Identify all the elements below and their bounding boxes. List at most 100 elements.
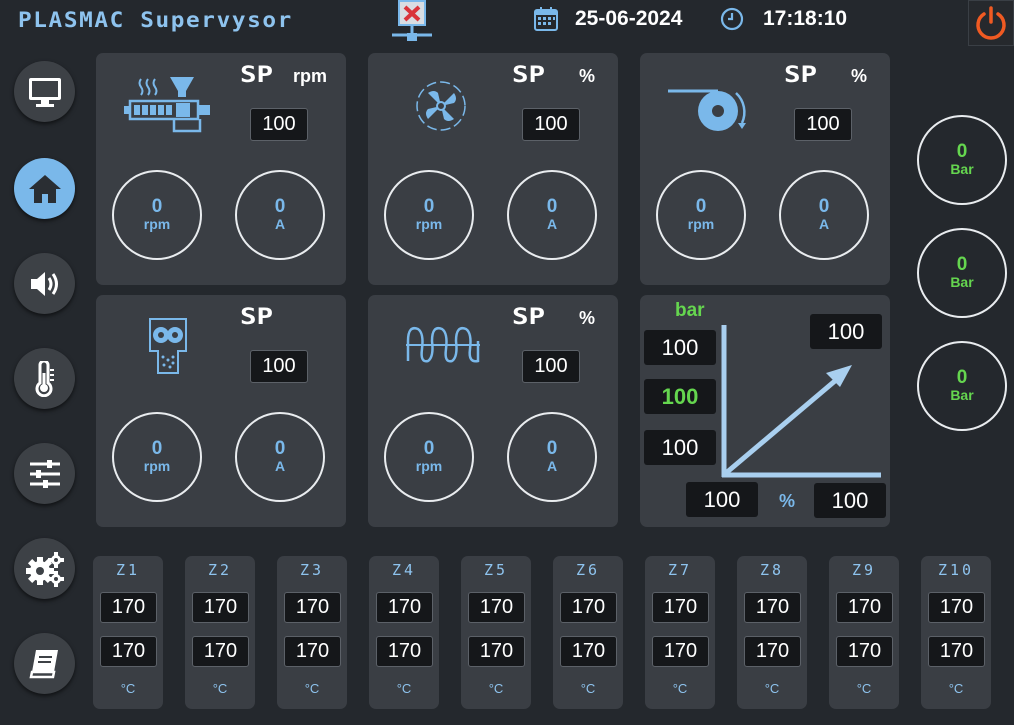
fan-current-gauge: 0 A	[507, 170, 597, 260]
zone-5-panel: Z5 170 170 °C	[461, 556, 531, 709]
nav-sound-button[interactable]	[14, 253, 75, 314]
zone-label: Z7	[667, 561, 693, 579]
gauge-unit: Bar	[950, 387, 974, 403]
setpoint-label: SP	[512, 305, 546, 330]
gauge-unit: A	[546, 458, 558, 474]
setpoint-unit: %	[851, 66, 868, 86]
extruder-current-gauge: 0 A	[235, 170, 325, 260]
percent-axis-label: %	[779, 491, 796, 511]
current-date: 25-06-2024	[575, 7, 683, 30]
pressure-min-input[interactable]: 100	[644, 430, 716, 465]
zone-setpoint-input[interactable]: 170	[284, 592, 341, 623]
zone-label: Z1	[115, 561, 141, 579]
zone-actual-value: 170	[560, 636, 617, 667]
zone-actual-value: 170	[376, 636, 433, 667]
zone-setpoint-input[interactable]: 170	[100, 592, 157, 623]
zone-6-panel: Z6 170 170 °C	[553, 556, 623, 709]
gauge-unit: A	[274, 216, 286, 232]
zone-setpoint-input[interactable]: 170	[560, 592, 617, 623]
zone-setpoint-input[interactable]: 170	[468, 592, 525, 623]
winder-current-gauge: 0 A	[779, 170, 869, 260]
network-disconnected-icon[interactable]	[386, 0, 438, 44]
zone-8-panel: Z8 170 170 °C	[737, 556, 807, 709]
thermometer-icon	[35, 360, 54, 397]
gauge-unit: rpm	[143, 216, 171, 232]
zone-setpoint-input[interactable]: 170	[652, 592, 709, 623]
zone-actual-value: 170	[100, 636, 157, 667]
nav-config-button[interactable]	[14, 538, 75, 599]
clock-icon	[720, 7, 744, 31]
screw-setpoint-input[interactable]: 100	[522, 350, 580, 383]
winder-setpoint-input[interactable]: 100	[794, 108, 852, 141]
percent-min-input[interactable]: 100	[686, 482, 758, 517]
zone-label: Z3	[299, 561, 325, 579]
gauge-value: 0	[423, 196, 435, 217]
zone-label: Z9	[851, 561, 877, 579]
bar-axis-label: bar	[675, 300, 705, 321]
zone-setpoint-input[interactable]: 170	[192, 592, 249, 623]
zone-10-panel: Z10 170 170 °C	[921, 556, 991, 709]
extruder-panel: SP rpm 100 0 rpm 0 A	[96, 53, 346, 285]
zone-3-panel: Z3 170 170 °C	[277, 556, 347, 709]
calendar-icon	[534, 7, 558, 31]
fan-setpoint-input[interactable]: 100	[522, 108, 580, 141]
zone-setpoint-input[interactable]: 170	[836, 592, 893, 623]
nav-home-button[interactable]	[14, 158, 75, 219]
gauge-value: 0	[818, 196, 830, 217]
zone-unit: °C	[304, 681, 320, 696]
gauge-value: 0	[546, 438, 558, 459]
zone-setpoint-input[interactable]: 170	[376, 592, 433, 623]
gauge-unit: rpm	[415, 216, 443, 232]
winder-panel: SP % 100 0 rpm 0 A	[640, 53, 890, 285]
nav-temperature-button[interactable]	[14, 348, 75, 409]
sliders-icon	[29, 459, 60, 488]
zone-setpoint-input[interactable]: 170	[928, 592, 985, 623]
zone-setpoint-input[interactable]: 170	[744, 592, 801, 623]
setpoint-label: SP	[512, 63, 546, 88]
feeder-panel: SP 100 0 rpm 0 A	[96, 295, 346, 527]
gauge-value: 0	[956, 141, 968, 162]
gears-icon	[25, 551, 64, 587]
zone-unit: °C	[120, 681, 136, 696]
gauge-value: 0	[274, 196, 286, 217]
gauge-unit: A	[546, 216, 558, 232]
extruder-setpoint-input[interactable]: 100	[250, 108, 308, 141]
gauge-value: 0	[423, 438, 435, 459]
nav-monitor-button[interactable]	[14, 61, 75, 122]
book-icon	[28, 649, 58, 678]
gauge-unit: A	[818, 216, 830, 232]
feeder-current-gauge: 0 A	[235, 412, 325, 502]
gauge-unit: Bar	[950, 161, 974, 177]
feeder-setpoint-input[interactable]: 100	[250, 350, 308, 383]
zone-actual-value: 170	[468, 636, 525, 667]
zone-actual-value: 170	[836, 636, 893, 667]
zone-label: Z5	[483, 561, 509, 579]
zone-label: Z2	[207, 561, 233, 579]
gauge-unit: Bar	[950, 274, 974, 290]
extruder-icon	[124, 77, 210, 133]
zone-7-panel: Z7 170 170 °C	[645, 556, 715, 709]
pressure-max-input[interactable]: 100	[644, 330, 716, 365]
zone-actual-value: 170	[652, 636, 709, 667]
setpoint-unit: rpm	[293, 66, 328, 86]
power-button[interactable]	[968, 0, 1014, 46]
gauge-value: 0	[274, 438, 286, 459]
zone-actual-value: 170	[192, 636, 249, 667]
zone-unit: °C	[856, 681, 872, 696]
gauge-value: 0	[151, 438, 163, 459]
screw-current-gauge: 0 A	[507, 412, 597, 502]
speaker-icon	[30, 271, 58, 296]
home-icon	[28, 174, 61, 203]
setpoint-unit: %	[579, 308, 596, 328]
pressure-gauge-3: 0 Bar	[917, 341, 1007, 431]
pressure-target-input[interactable]: 100	[810, 314, 882, 349]
gauge-value: 0	[956, 367, 968, 388]
nav-settings-sliders-button[interactable]	[14, 443, 75, 504]
nav-manual-button[interactable]	[14, 633, 75, 694]
screw-icon	[406, 327, 480, 363]
screw-panel: SP % 100 0 rpm 0 A	[368, 295, 618, 527]
gauge-value: 0	[956, 254, 968, 275]
fan-panel: SP % 100 0 rpm 0 A	[368, 53, 618, 285]
zone-2-panel: Z2 170 170 °C	[185, 556, 255, 709]
percent-max-input[interactable]: 100	[814, 483, 886, 518]
